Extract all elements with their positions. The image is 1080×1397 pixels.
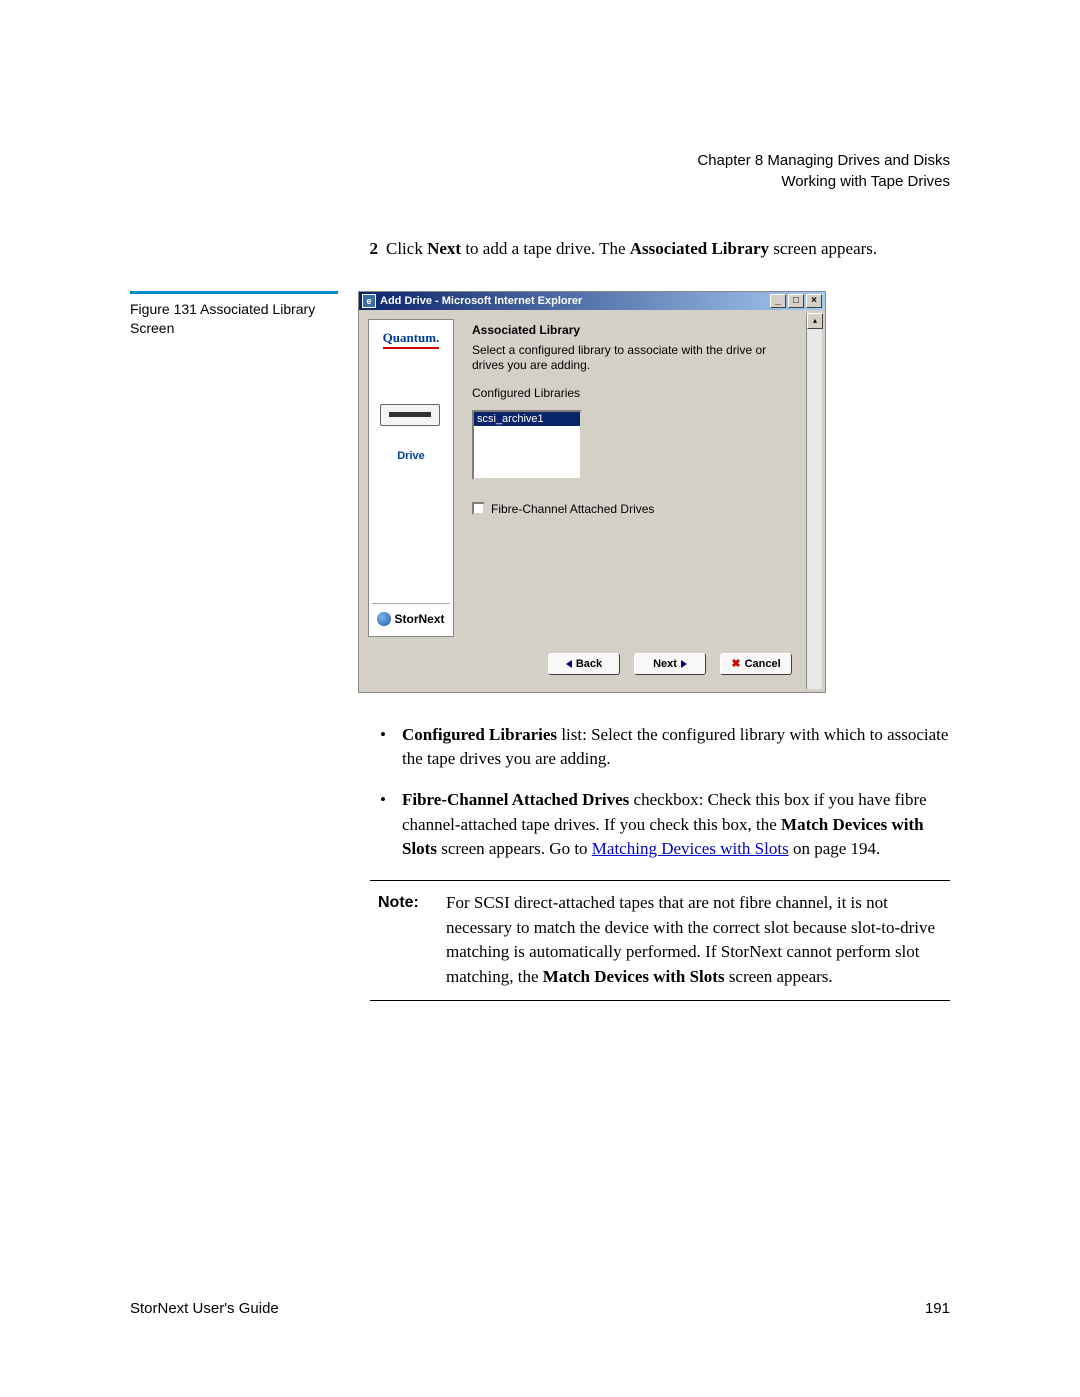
scrollbar[interactable]: ▴ — [806, 313, 822, 689]
note-label: Note: — [378, 891, 446, 990]
list-item[interactable]: scsi_archive1 — [474, 412, 580, 426]
cancel-button[interactable]: ✖ Cancel — [720, 653, 792, 675]
fibre-channel-label: Fibre-Channel Attached Drives — [491, 502, 654, 516]
content-heading: Associated Library — [472, 323, 794, 337]
list-label: Configured Libraries — [472, 386, 794, 400]
next-button[interactable]: Next — [634, 653, 706, 675]
bullet-dot: • — [380, 723, 402, 772]
wizard-button-bar: Back Next ✖ Cancel — [362, 643, 806, 689]
step-number: 2 — [358, 237, 378, 261]
step-2: 2 Click Next to add a tape drive. The As… — [358, 237, 950, 261]
ie-titlebar: e Add Drive - Microsoft Internet Explore… — [359, 292, 825, 310]
bullet-item-2: • Fibre-Channel Attached Drives checkbox… — [380, 788, 950, 862]
wizard-sidebar: Quantum. Drive StorNext — [368, 319, 454, 637]
section-line: Working with Tape Drives — [130, 171, 950, 192]
back-button[interactable]: Back — [548, 653, 620, 675]
scroll-up-icon[interactable]: ▴ — [807, 313, 823, 329]
next-arrow-icon — [681, 660, 687, 668]
page-header: Chapter 8 Managing Drives and Disks Work… — [130, 150, 950, 192]
ie-window: e Add Drive - Microsoft Internet Explore… — [358, 291, 826, 693]
note-body: For SCSI direct-attached tapes that are … — [446, 891, 942, 990]
footer-page-number: 191 — [925, 1300, 950, 1317]
back-arrow-icon — [566, 660, 572, 668]
footer-left: StorNext User's Guide — [130, 1300, 279, 1317]
fibre-channel-row: Fibre-Channel Attached Drives — [472, 502, 794, 516]
fibre-channel-checkbox[interactable] — [472, 502, 485, 515]
stornext-globe-icon — [377, 612, 391, 626]
content-description: Select a configured library to associate… — [472, 343, 794, 374]
step-text: Click Next to add a tape drive. The Asso… — [386, 237, 950, 261]
ie-title-text: Add Drive - Microsoft Internet Explorer — [380, 295, 582, 307]
chapter-line: Chapter 8 Managing Drives and Disks — [130, 150, 950, 171]
stornext-logo: StorNext — [377, 612, 444, 626]
drive-illustration — [380, 404, 442, 442]
maximize-button[interactable]: □ — [788, 294, 804, 308]
cancel-x-icon: ✖ — [731, 657, 740, 670]
page-footer: StorNext User's Guide 191 — [130, 1300, 950, 1317]
ie-app-icon: e — [362, 294, 376, 308]
note-box: Note: For SCSI direct-attached tapes tha… — [370, 880, 950, 1001]
matching-devices-link[interactable]: Matching Devices with Slots — [592, 839, 789, 858]
configured-libraries-listbox[interactable]: scsi_archive1 — [472, 410, 582, 480]
bullet-item-1: • Configured Libraries list: Select the … — [380, 723, 950, 772]
figure-caption: Figure 131 Associated Library Screen — [130, 291, 338, 339]
bullet-list: • Configured Libraries list: Select the … — [380, 723, 950, 862]
close-button[interactable]: × — [806, 294, 822, 308]
quantum-logo: Quantum. — [383, 330, 440, 349]
wizard-content: Associated Library Select a configured l… — [460, 313, 806, 643]
drive-label: Drive — [397, 450, 425, 462]
minimize-button[interactable]: _ — [770, 294, 786, 308]
bullet-dot: • — [380, 788, 402, 862]
